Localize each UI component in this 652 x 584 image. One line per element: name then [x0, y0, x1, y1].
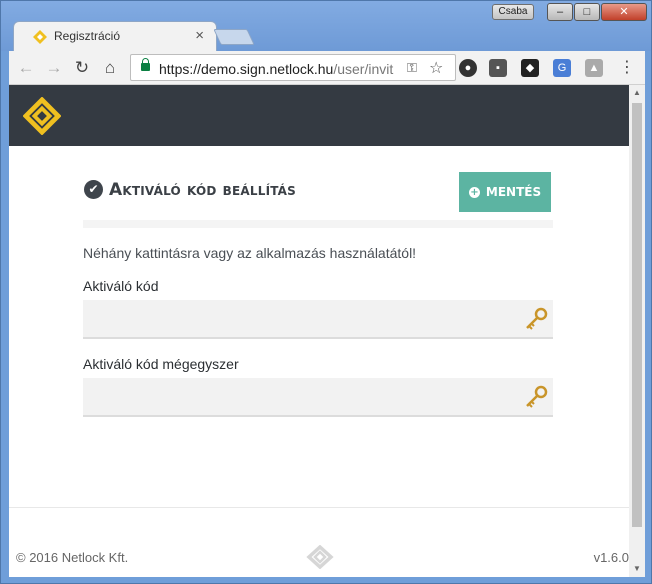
netlock-favicon-icon	[33, 30, 47, 44]
netlock-footer-logo-icon	[306, 545, 334, 569]
browser-window: Regisztráció × Csaba – □ ✕ ← → ↻ ⌂ https…	[0, 0, 652, 584]
extension-3-icon[interactable]: ◆	[521, 59, 539, 77]
profile-button[interactable]: Csaba	[492, 4, 534, 20]
scroll-down-icon[interactable]: ▼	[629, 561, 645, 577]
minimize-button[interactable]: –	[547, 3, 573, 21]
save-button-label: MENTÉS	[485, 185, 542, 199]
key-icon	[526, 307, 548, 330]
url-text: https://demo.sign.netlock.hu/user/invit	[159, 61, 394, 77]
saved-password-key-icon[interactable]: ⚿	[407, 60, 417, 76]
scroll-up-icon[interactable]: ▲	[629, 85, 645, 101]
version-text: v1.6.0	[593, 550, 629, 565]
save-button[interactable]: + MENTÉS	[459, 172, 551, 212]
page-title: Aktiváló kód beállítás	[109, 180, 297, 200]
translate-extension-icon[interactable]: G	[553, 59, 571, 77]
copyright-text: © 2016 Netlock Kft.	[16, 550, 129, 565]
scroll-thumb[interactable]	[632, 103, 642, 527]
bookmark-star-icon[interactable]: ☆	[429, 58, 443, 78]
forward-arrow-icon[interactable]: →	[43, 57, 65, 79]
tab-title: Regisztráció	[54, 29, 121, 43]
home-icon[interactable]: ⌂	[99, 57, 121, 79]
activation-code-label: Aktiváló kód	[83, 278, 159, 294]
new-tab-button[interactable]	[213, 29, 255, 45]
hint-text: Néhány kattintásra vagy az alkalmazás ha…	[83, 245, 417, 261]
back-arrow-icon[interactable]: ←	[15, 57, 37, 79]
drive-extension-icon[interactable]: ▲	[585, 59, 603, 77]
footer-divider	[9, 507, 629, 508]
activation-code-repeat-input[interactable]	[83, 378, 553, 417]
title-divider	[83, 220, 553, 228]
netlock-logo-icon[interactable]	[23, 97, 61, 135]
reload-icon[interactable]: ↻	[71, 57, 93, 79]
page-viewport: ✔ Aktiváló kód beállítás + MENTÉS Néhány…	[9, 85, 629, 577]
extension-2-icon[interactable]: ▪	[489, 59, 507, 77]
browser-tab[interactable]: Regisztráció ×	[13, 21, 217, 51]
browser-menu-icon[interactable]: ⋮	[619, 57, 635, 77]
maximize-button[interactable]: □	[574, 3, 600, 21]
plus-circle-icon: +	[468, 186, 480, 198]
title-bar: Regisztráció × Csaba – □ ✕	[1, 1, 651, 51]
key-icon	[526, 385, 548, 408]
activation-code-repeat-label: Aktiváló kód mégegyszer	[83, 356, 239, 372]
activation-code-input[interactable]	[83, 300, 553, 339]
browser-toolbar: ← → ↻ ⌂ https://demo.sign.netlock.hu/use…	[9, 51, 645, 85]
check-circle-icon: ✔	[84, 180, 103, 199]
secure-lock-icon	[141, 58, 150, 71]
address-bar[interactable]: https://demo.sign.netlock.hu/user/invit …	[130, 54, 456, 81]
extension-1-icon[interactable]: ●	[459, 59, 477, 77]
page-scrollbar[interactable]: ▲ ▼	[629, 85, 645, 577]
tab-close-icon[interactable]: ×	[195, 27, 204, 44]
site-header	[9, 85, 629, 146]
close-window-button[interactable]: ✕	[601, 3, 647, 21]
